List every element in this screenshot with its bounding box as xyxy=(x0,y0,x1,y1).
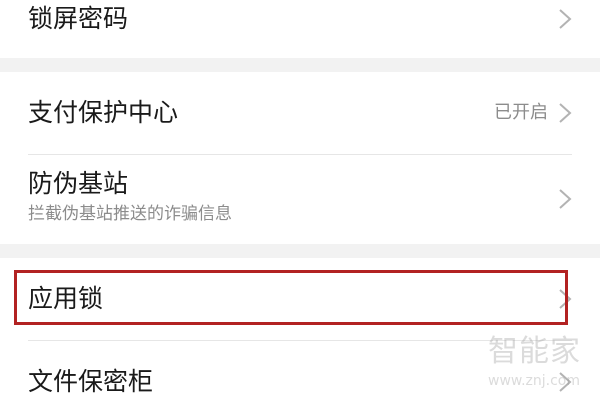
app-lock-row[interactable]: 应用锁 xyxy=(0,258,600,340)
file-safe-row[interactable]: 文件保密柜 xyxy=(0,341,600,400)
chevron-right-icon xyxy=(559,9,572,29)
chevron-right-icon xyxy=(559,189,572,209)
settings-group-1: 锁屏密码 xyxy=(0,0,600,58)
chevron-right-icon xyxy=(559,372,572,392)
payment-protection-status: 已开启 xyxy=(494,102,548,123)
app-lock-title: 应用锁 xyxy=(28,284,104,313)
lock-screen-password-row[interactable]: 锁屏密码 xyxy=(0,0,600,58)
fake-base-station-subtitle: 拦截伪基站推送的诈骗信息 xyxy=(28,204,232,224)
file-safe-title: 文件保密柜 xyxy=(28,367,154,396)
chevron-right-icon xyxy=(559,289,572,309)
lock-screen-password-title: 锁屏密码 xyxy=(28,4,129,33)
fake-base-station-row[interactable]: 防伪基站 拦截伪基站推送的诈骗信息 xyxy=(0,155,600,244)
settings-group-2: 支付保护中心 已开启 防伪基站 拦截伪基站推送的诈骗信息 xyxy=(0,72,600,244)
chevron-right-icon xyxy=(559,103,572,123)
payment-protection-title: 支付保护中心 xyxy=(28,98,179,127)
settings-group-3: 应用锁 文件保密柜 xyxy=(0,258,600,400)
fake-base-station-title: 防伪基站 xyxy=(28,169,129,198)
payment-protection-row[interactable]: 支付保护中心 已开启 xyxy=(0,72,600,154)
